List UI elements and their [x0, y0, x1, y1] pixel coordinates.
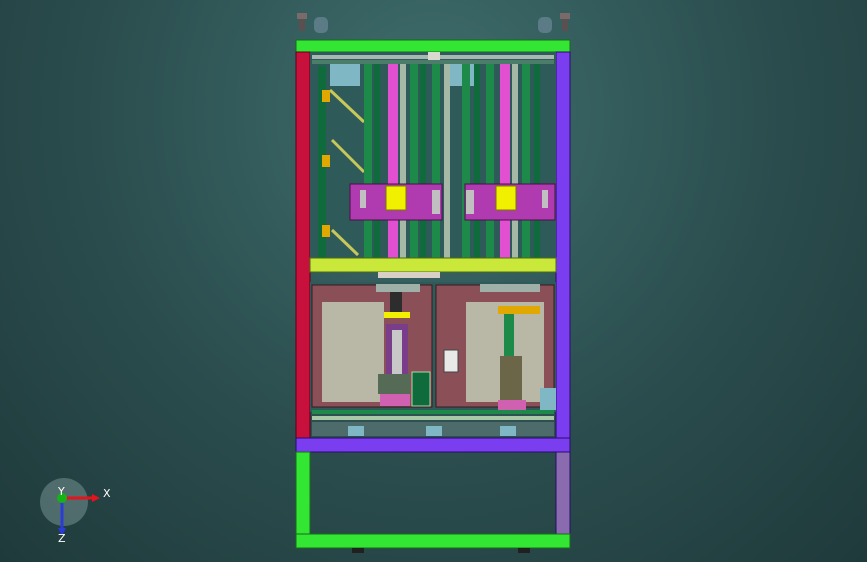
- lower-frame-beam: [295, 437, 571, 453]
- middle-bracket: [378, 272, 440, 278]
- right-frame-post: [555, 51, 571, 453]
- center-handle: [443, 349, 459, 373]
- base-right-leg: [555, 451, 571, 535]
- base-left-leg: [295, 451, 311, 535]
- left-back-plate: [322, 302, 384, 402]
- base-foot: [518, 548, 530, 553]
- left-frame-post: [295, 51, 311, 439]
- top-levelers: [297, 13, 570, 33]
- z-axis-label: Z: [58, 532, 66, 545]
- base-frame-beam: [295, 533, 571, 549]
- left-slider-block: [385, 185, 407, 211]
- left-guide-rail: [318, 66, 330, 258]
- cad-model-view[interactable]: [0, 0, 867, 562]
- base-foot: [352, 548, 364, 553]
- right-slider-block: [495, 185, 517, 211]
- conveyor-rails: [312, 410, 554, 436]
- x-axis-label: X: [103, 487, 111, 500]
- y-axis-label: Y: [58, 485, 65, 498]
- graphics-viewport[interactable]: X Y Z: [0, 0, 867, 562]
- top-frame-beam: [295, 39, 571, 53]
- middle-frame-beam: [309, 257, 557, 273]
